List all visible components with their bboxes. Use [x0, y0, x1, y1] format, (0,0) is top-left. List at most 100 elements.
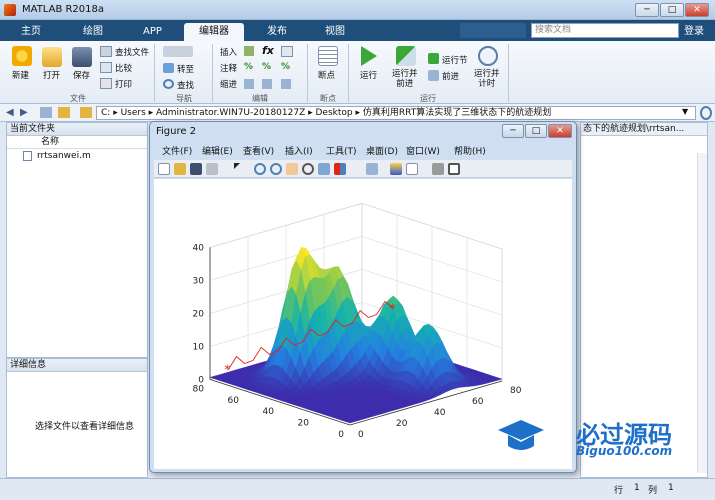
menu-edit[interactable]: 编辑(E) [202, 144, 233, 157]
new-icon[interactable] [12, 46, 32, 66]
menu-desktop[interactable]: 桌面(D) [366, 144, 398, 157]
path-segment[interactable]: C: [101, 108, 110, 118]
path-segment[interactable]: 仿真利用RRT算法实现了三维状态下的航迹规划 [363, 108, 551, 118]
percent-comment-icon[interactable]: % [244, 62, 253, 72]
graduation-cap-logo [498, 416, 544, 456]
breakpoints-button[interactable]: 断点 [318, 69, 335, 81]
name-column-header[interactable]: 名称 [7, 136, 147, 149]
figure-close-button[interactable]: ✕ [548, 124, 572, 138]
find-files-button[interactable]: 查找文件 [115, 46, 149, 58]
path-segment[interactable]: Desktop [316, 108, 353, 118]
save-button-label[interactable]: 保存 [73, 69, 90, 81]
current-path[interactable]: C: ▸ Users ▸ Administrator.WIN7U-2018012… [96, 106, 696, 120]
save-figure-icon[interactable] [190, 163, 202, 175]
menu-insert[interactable]: 插入(I) [285, 144, 313, 157]
breakpoints-icon[interactable] [318, 46, 338, 66]
brush-icon[interactable] [334, 163, 346, 175]
path-segment[interactable]: Users [121, 108, 146, 118]
quick-access-toolbar[interactable] [460, 23, 526, 38]
zoom-in-icon[interactable] [254, 163, 266, 175]
print-button[interactable]: 打印 [115, 78, 132, 90]
editor-scrollbar[interactable] [697, 153, 707, 473]
new-figure-icon[interactable] [158, 163, 170, 175]
run-advance-icon[interactable] [396, 46, 416, 66]
tab-plots[interactable]: 绘图 [68, 23, 118, 41]
find-files-icon[interactable] [100, 46, 112, 57]
new-button-label[interactable]: 新建 [12, 69, 29, 81]
run-time-icon[interactable] [478, 46, 498, 66]
close-button[interactable]: ✕ [685, 3, 709, 17]
advance-button[interactable]: 前进 [442, 70, 459, 82]
compare-button[interactable]: 比较 [115, 62, 132, 74]
menu-file[interactable]: 文件(F) [162, 144, 192, 157]
advance-icon[interactable] [428, 70, 439, 81]
run-section-button[interactable]: 运行节 [442, 54, 468, 66]
decrease-indent-icon[interactable] [281, 79, 291, 89]
wrap-comment-icon[interactable]: % [281, 62, 290, 72]
menu-help[interactable]: 帮助(H) [454, 144, 486, 157]
rotate-3d-icon[interactable] [302, 163, 314, 175]
menu-tools[interactable]: 工具(T) [326, 144, 357, 157]
open-file-icon[interactable] [174, 163, 186, 175]
figure-maximize-button[interactable]: □ [525, 124, 547, 138]
compare-icon[interactable] [100, 62, 112, 73]
path-segment[interactable]: Administrator.WIN7U-20180127Z [156, 108, 305, 118]
goto-icon[interactable] [163, 63, 174, 73]
search-folder-icon[interactable] [700, 106, 712, 120]
tab-editor[interactable]: 编辑器 [184, 23, 244, 41]
path-dropdown-icon[interactable]: ▼ [682, 107, 688, 116]
file-name[interactable]: rrtsanwei.m [37, 151, 91, 161]
insert-function-icon[interactable] [281, 46, 293, 57]
maximize-button[interactable]: □ [660, 3, 684, 17]
open-button-label[interactable]: 打开 [43, 69, 60, 81]
tab-view[interactable]: 视图 [310, 23, 360, 41]
run-button[interactable]: 运行 [360, 69, 377, 81]
run-section-icon[interactable] [428, 53, 439, 64]
pan-hand-icon[interactable] [286, 163, 298, 175]
find-button[interactable]: 查找 [177, 79, 194, 91]
zoom-out-icon[interactable] [270, 163, 282, 175]
print-icon[interactable] [100, 78, 112, 89]
indent-button[interactable]: 缩进 [220, 78, 237, 90]
back-forward-icon[interactable] [163, 46, 193, 57]
minimize-button[interactable]: ─ [635, 3, 659, 17]
browse-folder-icon[interactable] [58, 107, 70, 118]
increase-indent-icon[interactable] [262, 79, 272, 89]
data-cursor-icon[interactable] [318, 163, 330, 175]
menu-window[interactable]: 窗口(W) [406, 144, 440, 157]
search-input[interactable]: 搜索文档 [531, 23, 679, 38]
menu-view[interactable]: 查看(V) [243, 144, 274, 157]
colorbar-icon[interactable] [390, 163, 402, 175]
print-figure-icon[interactable] [206, 163, 218, 175]
m-file-icon [23, 151, 32, 161]
comment-button[interactable]: 注释 [220, 62, 237, 74]
tab-apps[interactable]: APP [128, 23, 177, 41]
goto-button[interactable]: 转至 [177, 63, 194, 75]
back-arrow-icon[interactable]: ◀ [6, 107, 14, 118]
tab-publish[interactable]: 发布 [252, 23, 302, 41]
insert-section-icon[interactable] [244, 46, 254, 56]
uncomment-icon[interactable]: % [262, 62, 271, 72]
run-icon[interactable] [361, 46, 377, 66]
select-arrow-icon[interactable] [234, 163, 240, 169]
watermark-url: Biguo100.com [576, 444, 673, 458]
fx-icon[interactable]: fx [262, 44, 274, 57]
link-plot-icon[interactable] [366, 163, 378, 175]
legend-icon[interactable] [406, 163, 418, 175]
smart-indent-icon[interactable] [244, 79, 254, 89]
hide-tools-icon[interactable] [432, 163, 444, 175]
tab-home[interactable]: 主页 [6, 23, 56, 41]
save-disk-icon[interactable] [72, 47, 92, 67]
file-row[interactable]: rrtsanwei.m [7, 149, 147, 163]
login-link[interactable]: 登录 [684, 22, 704, 37]
show-tools-icon[interactable] [448, 163, 460, 175]
editor-tab-title[interactable]: 态下的航迹规划\rrtsan... [581, 123, 707, 136]
find-icon[interactable] [163, 79, 174, 89]
run-advance-button[interactable]: 运行并 前进 [392, 69, 418, 89]
up-folder-icon[interactable] [40, 107, 52, 118]
open-folder-icon[interactable] [42, 47, 62, 67]
figure-minimize-button[interactable]: ─ [502, 124, 524, 138]
run-time-button[interactable]: 运行并 计时 [474, 69, 500, 89]
insert-button[interactable]: 插入 [220, 46, 237, 58]
forward-arrow-icon[interactable]: ▶ [20, 107, 28, 118]
